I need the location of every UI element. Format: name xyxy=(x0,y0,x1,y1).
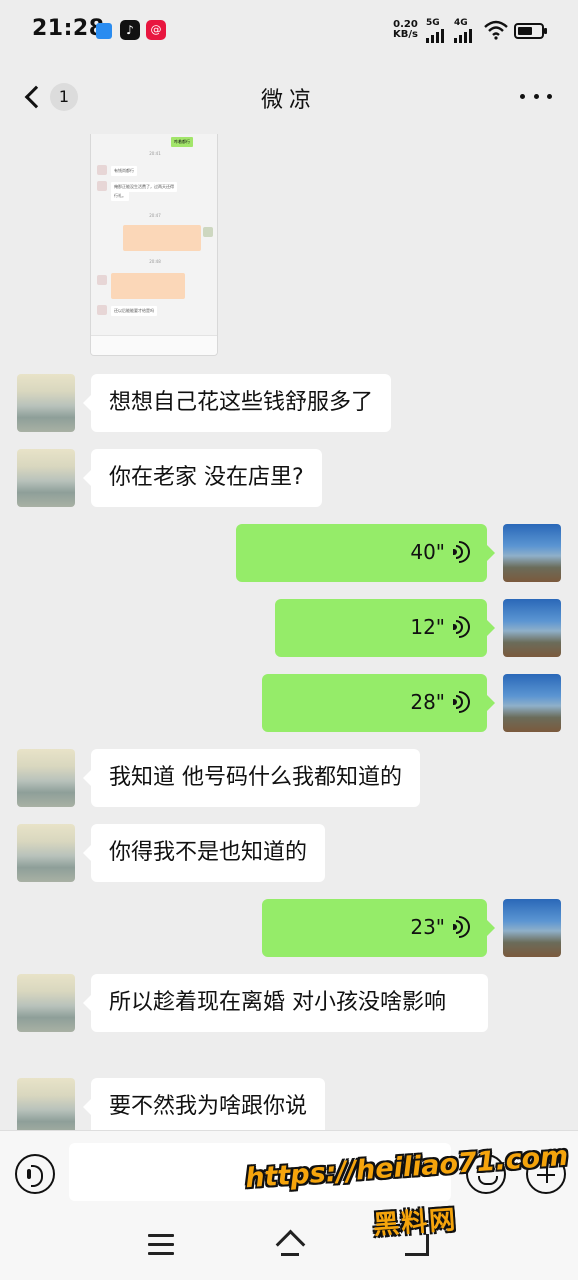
contact-avatar[interactable] xyxy=(17,449,75,507)
voice-wave-icon xyxy=(453,541,471,563)
incoming-message[interactable]: 你在老家 没在店里? xyxy=(83,449,322,507)
watermark-name: 黑料网 xyxy=(372,1205,459,1241)
message-list[interactable]: 咋着都行 20:41 有钱尚都行 俺那正能没生活费了，过两天还得 行礼。 20:… xyxy=(0,134,578,1130)
voice-message[interactable]: 23" xyxy=(262,899,495,957)
status-bar: 21:28 ♪ @ 0.20 KB/s 5G 4G xyxy=(0,0,578,60)
watermark: https://heiliao71.com 黑料网 xyxy=(244,1141,569,1242)
my-avatar[interactable] xyxy=(503,674,561,732)
contact-avatar[interactable] xyxy=(17,1078,75,1130)
status-time: 21:28 xyxy=(32,16,105,41)
incoming-message[interactable]: 我知道 他号码什么我都知道的 xyxy=(83,749,420,807)
voice-wave-icon xyxy=(453,616,471,638)
voice-duration: 28" xyxy=(410,690,445,714)
chat-header: 1 微凉 xyxy=(0,60,578,134)
signal-4g-icon: 4G xyxy=(454,18,472,43)
contact-avatar[interactable] xyxy=(17,824,75,882)
signal-5g-icon: 5G xyxy=(426,18,444,43)
my-avatar[interactable] xyxy=(503,599,561,657)
app-notification-icon xyxy=(96,23,112,39)
more-button[interactable] xyxy=(520,94,552,102)
voice-duration: 23" xyxy=(410,915,445,939)
contact-avatar[interactable] xyxy=(17,974,75,1032)
unread-count-badge: 1 xyxy=(50,83,78,111)
voice-message[interactable]: 40" xyxy=(236,524,495,582)
image-message[interactable]: 咋着都行 20:41 有钱尚都行 俺那正能没生活费了，过两天还得 行礼。 20:… xyxy=(90,134,218,356)
voice-message[interactable]: 28" xyxy=(262,674,495,732)
my-avatar[interactable] xyxy=(503,899,561,957)
voice-wave-icon xyxy=(453,916,471,938)
battery-icon xyxy=(514,23,547,39)
chevron-left-icon xyxy=(24,85,48,109)
incoming-message[interactable]: 所以趁着现在离婚 对小孩没啥影响 xyxy=(83,974,488,1032)
tiktok-notification-icon: ♪ xyxy=(120,20,140,40)
voice-input-icon[interactable] xyxy=(15,1154,55,1194)
wechat-chat-screen: 21:28 ♪ @ 0.20 KB/s 5G 4G 1 微凉 咋着都行 20:4… xyxy=(0,0,578,1280)
network-speed: 0.20 KB/s xyxy=(393,19,418,40)
wifi-icon xyxy=(484,20,508,40)
incoming-message[interactable]: 想想自己花这些钱舒服多了 xyxy=(82,374,392,432)
voice-duration: 40" xyxy=(410,540,445,564)
incoming-message[interactable]: 要不然我为啥跟你说 xyxy=(82,1078,326,1130)
more-dots-icon xyxy=(520,94,525,99)
shopping-notification-icon: @ xyxy=(146,20,166,40)
incoming-message[interactable]: 你得我不是也知道的 xyxy=(82,824,326,882)
my-avatar[interactable] xyxy=(503,524,561,582)
recent-apps-button[interactable] xyxy=(148,1234,174,1256)
contact-avatar[interactable] xyxy=(17,374,75,432)
chat-title: 微凉 xyxy=(260,88,317,113)
back-button[interactable]: 1 xyxy=(18,80,82,114)
voice-message[interactable]: 12" xyxy=(275,599,495,657)
contact-avatar[interactable] xyxy=(17,749,75,807)
voice-duration: 12" xyxy=(410,615,445,639)
voice-wave-icon xyxy=(453,691,471,713)
